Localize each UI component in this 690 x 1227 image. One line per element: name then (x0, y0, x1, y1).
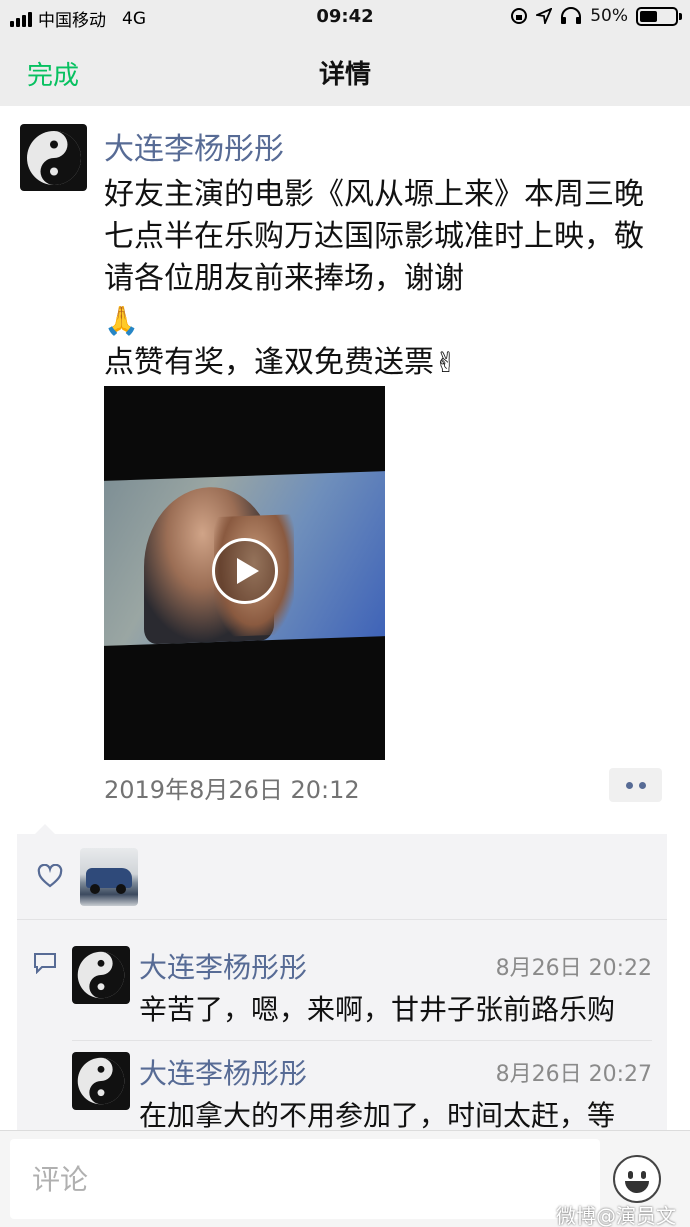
more-icon[interactable] (609, 768, 662, 802)
page-title: 详情 (318, 60, 371, 90)
liker-avatar[interactable] (80, 848, 138, 906)
heart-icon (37, 864, 63, 888)
battery-percent: 50% (590, 6, 628, 26)
headphones-icon (561, 7, 582, 24)
commenter-name[interactable]: 大连李杨彤彤 (139, 946, 307, 986)
interaction-panel: 大连李杨彤彤 8月26日 20:22 辛苦了，嗯，来啊，甘井子张前路乐购 大连李… (17, 824, 667, 1134)
yin-yang-icon (26, 130, 81, 185)
post-author-name[interactable]: 大连李杨彤彤 (104, 124, 284, 168)
rotation-lock-icon (511, 8, 528, 24)
post-text-line2: 点赞有奖，逢双免费送票 (104, 345, 434, 380)
comment-icon (34, 953, 56, 974)
post-timestamp: 2019年8月26日 20:12 (104, 776, 360, 804)
commenter-avatar[interactable] (72, 1052, 130, 1110)
comment-time: 8月26日 20:22 (495, 956, 652, 981)
commenter-name[interactable]: 大连李杨彤彤 (139, 1052, 307, 1092)
pray-emoji: 🙏 (104, 304, 139, 337)
victory-emoji: ✌ (434, 346, 458, 379)
comment-text: 在加拿大的不用参加了，时间太赶，等 (139, 1099, 616, 1132)
status-bar: 中国移动 4G 09:42 50% (0, 0, 690, 36)
comment-input[interactable] (10, 1139, 600, 1219)
likes-row (17, 834, 667, 920)
location-icon (536, 8, 553, 24)
comment-text: 辛苦了，嗯，来啊，甘井子张前路乐购 (139, 993, 616, 1026)
post-text-line1: 好友主演的电影《风从塬上来》本周三晚七点半在乐购万达国际影城准时上映，敬请各位朋… (104, 177, 644, 296)
yin-yang-icon (77, 951, 125, 999)
emoji-icon[interactable] (613, 1155, 661, 1203)
author-avatar[interactable] (20, 124, 87, 191)
battery-icon (636, 6, 682, 26)
commenter-avatar[interactable] (72, 946, 130, 1004)
play-icon[interactable] (212, 538, 278, 604)
status-right: 50% (510, 6, 682, 26)
comment-time: 8月26日 20:27 (495, 1062, 652, 1087)
watermark: 微博@演员文江- (556, 1204, 676, 1227)
post-text: 好友主演的电影《风从塬上来》本周三晚七点半在乐购万达国际影城准时上映，敬请各位朋… (104, 174, 664, 384)
yin-yang-icon (77, 1057, 125, 1105)
video-thumbnail[interactable] (104, 386, 385, 760)
nav-bar: 完成 详情 (0, 36, 690, 106)
